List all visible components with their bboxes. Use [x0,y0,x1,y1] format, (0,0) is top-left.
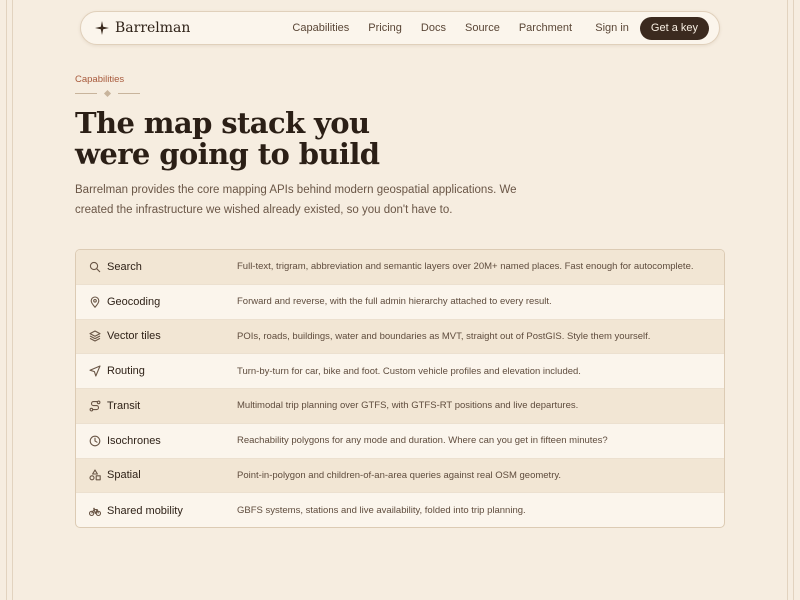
capability-name: Search [107,260,142,273]
capability-row-search: Search Full-text, trigram, abbreviation … [76,250,724,285]
capability-name: Isochrones [107,434,161,447]
capability-name: Geocoding [107,295,161,308]
frame-line-left-outer [6,0,7,600]
nav-link-parchment[interactable]: Parchment [519,22,572,34]
capability-description: Multimodal trip planning over GTFS, with… [237,400,579,412]
brand-name: Barrelman [115,20,191,36]
nav-link-pricing[interactable]: Pricing [368,22,402,34]
capability-row-shared-mobility: Shared mobility GBFS systems, stations a… [76,493,724,527]
capability-name: Vector tiles [107,330,161,343]
map-pin-icon [89,296,101,308]
nav-link-capabilities[interactable]: Capabilities [292,22,349,34]
sign-in-link[interactable]: Sign in [595,22,629,34]
capability-description: POIs, roads, buildings, water and bounda… [237,330,651,342]
route-icon [89,400,101,412]
capability-row-geocoding: Geocoding Forward and reverse, with the … [76,285,724,320]
search-icon [89,261,101,273]
shapes-icon [89,469,101,481]
capability-name: Spatial [107,469,141,482]
page-title: The map stack you were going to build [75,108,475,170]
diamond-icon [103,89,112,98]
nav-link-docs[interactable]: Docs [421,22,446,34]
capability-description: Turn-by-turn for car, bike and foot. Cus… [237,365,581,377]
capability-description: GBFS systems, stations and live availabi… [237,505,526,517]
frame-line-right-outer [793,0,794,600]
capability-row-isochrones: Isochrones Reachability polygons for any… [76,424,724,459]
page-title-line-1: The map stack you [75,106,370,140]
capability-row-vector-tiles: Vector tiles POIs, roads, buildings, wat… [76,319,724,355]
capability-description: Full-text, trigram, abbreviation and sem… [237,261,694,273]
capability-name: Transit [107,399,141,412]
top-navbar: Barrelman Capabilities Pricing Docs Sour… [80,11,720,45]
capability-name: Routing [107,365,145,378]
capability-row-routing: Routing Turn-by-turn for car, bike and f… [76,354,724,389]
nav-links: Capabilities Pricing Docs Source Parchme… [292,22,591,34]
nav-link-source[interactable]: Source [465,22,500,34]
layers-icon [89,330,101,342]
page-title-line-2: were going to build [75,137,380,171]
brand-logo-link[interactable]: Barrelman [95,20,190,36]
capability-row-spatial: Spatial Point-in-polygon and children-of… [76,458,724,494]
bike-icon [89,505,101,517]
capability-row-transit: Transit Multimodal trip planning over GT… [76,389,724,424]
get-a-key-button[interactable]: Get a key [639,16,709,40]
capabilities-table: Search Full-text, trigram, abbreviation … [75,249,725,528]
capability-description: Reachability polygons for any mode and d… [237,435,608,447]
ornament-divider [75,89,140,98]
section-eyebrow: Capabilities [75,74,125,85]
frame-line-right-inner [787,0,788,600]
page-subtitle: Barrelman provides the core mapping APIs… [75,184,517,216]
capability-name: Shared mobility [107,504,183,517]
clock-icon [89,435,101,447]
capability-description: Point-in-polygon and children-of-an-area… [237,469,562,481]
compass-star-icon [95,21,109,35]
frame-line-left-inner [12,0,13,600]
navigation-arrow-icon [89,365,101,377]
nav-actions: Sign in Get a key [595,16,709,40]
capability-description: Forward and reverse, with the full admin… [237,296,552,308]
